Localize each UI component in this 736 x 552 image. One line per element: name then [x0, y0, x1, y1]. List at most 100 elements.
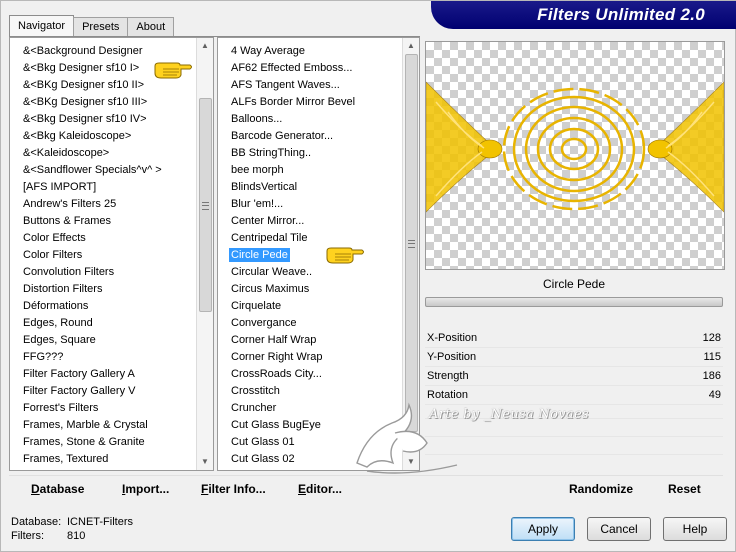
category-scrollbar[interactable]: ▲ ▼ [196, 38, 213, 470]
category-item[interactable]: &<Bkg Designer sf10 IV> [10, 111, 197, 128]
filter-item[interactable]: Center Mirror... [218, 213, 403, 230]
randomize-button[interactable]: Randomize [569, 482, 633, 496]
tab-about[interactable]: About [127, 17, 175, 36]
category-item[interactable]: Filter Factory Gallery A [10, 366, 197, 383]
reset-button[interactable]: Reset [668, 482, 701, 496]
filter-list[interactable]: 4 Way Average AF62 Effected Emboss... AFS … [217, 37, 420, 471]
param-value: 186 [702, 370, 721, 382]
filter-item[interactable]: Corner Half Wrap [218, 332, 403, 349]
category-item-label: &<Sandflower Specials^v^ > [23, 164, 162, 176]
filter-item[interactable]: Blur 'em!... [218, 196, 403, 213]
filter-item[interactable]: Cut Glass 01 [218, 434, 403, 451]
param-row[interactable]: Rotation 49 [425, 386, 723, 405]
filter-scrollbar[interactable]: ▲ ▼ [402, 38, 419, 470]
help-button[interactable]: Help [663, 517, 727, 541]
apply-button[interactable]: Apply [511, 517, 575, 541]
scroll-down-arrow-icon[interactable]: ▼ [403, 454, 419, 470]
filter-item[interactable]: Cruncher [218, 400, 403, 417]
scroll-up-arrow-icon[interactable]: ▲ [403, 38, 419, 54]
param-row[interactable]: X-Position 128 [425, 329, 723, 348]
status-area: Database: ICNET-Filters Filters: 810 [11, 515, 133, 543]
database-status-value: ICNET-Filters [67, 516, 133, 528]
filter-item[interactable]: Barcode Generator... [218, 128, 403, 145]
filter-item[interactable]: Cirquelate [218, 298, 403, 315]
cancel-button[interactable]: Cancel [587, 517, 651, 541]
filter-item-label: Circus Maximus [231, 283, 310, 295]
tab-presets[interactable]: Presets [73, 17, 129, 36]
filter-item[interactable]: Corner Right Wrap [218, 349, 403, 366]
category-item[interactable]: &<BKg Designer sf10 II> [10, 77, 197, 94]
tab-bar: Navigator Presets About [9, 15, 175, 37]
category-item[interactable]: Filter Factory Gallery V [10, 383, 197, 400]
filter-item[interactable]: Centripedal Tile [218, 230, 403, 247]
category-item[interactable]: FFG??? [10, 349, 197, 366]
category-item[interactable]: Color Filters [10, 247, 197, 264]
filter-item-label: Circle Pede [229, 248, 290, 262]
param-value: 128 [702, 332, 721, 344]
filter-item-label: ALFs Border Mirror Bevel [231, 96, 356, 108]
filter-info-button-label: ilter Info... [208, 482, 266, 496]
category-scroll-thumb[interactable] [199, 98, 212, 312]
filter-item[interactable]: Circle Pede [218, 247, 403, 264]
param-row[interactable]: Strength 186 [425, 367, 723, 386]
editor-button[interactable]: Editor... [298, 482, 342, 496]
scroll-up-arrow-icon[interactable]: ▲ [197, 38, 213, 54]
category-item[interactable]: Frames, Textured [10, 451, 197, 468]
filter-item-label: Cirquelate [231, 300, 282, 312]
filter-item[interactable]: 4 Way Average [218, 43, 403, 60]
category-item-label: Forrest's Filters [23, 402, 99, 414]
database-button[interactable]: Database [31, 482, 84, 496]
category-item-label: &<Kaleidoscope> [23, 147, 110, 159]
action-toolbar: Database Import... Filter Info... Editor… [9, 475, 723, 500]
filters-unlimited-window: Filters Unlimited 2.0 Navigator Presets … [0, 0, 736, 552]
category-item[interactable]: Convolution Filters [10, 264, 197, 281]
category-item[interactable]: &<Bkg Kaleidoscope> [10, 128, 197, 145]
category-item[interactable]: &<BKg Designer sf10 III> [10, 94, 197, 111]
category-item[interactable]: Edges, Square [10, 332, 197, 349]
scroll-down-arrow-icon[interactable]: ▼ [197, 454, 213, 470]
category-list[interactable]: &<Background Designer &<Bkg Designer sf10… [9, 37, 214, 471]
filter-item[interactable]: Balloons... [218, 111, 403, 128]
filter-item[interactable]: Circular Weave.. [218, 264, 403, 281]
category-item[interactable]: Buttons & Frames [10, 213, 197, 230]
filter-item[interactable]: Cut Glass BugEye [218, 417, 403, 434]
category-item[interactable]: Andrew's Filters 25 [10, 196, 197, 213]
grip-icon [408, 240, 415, 248]
category-item[interactable]: [AFS IMPORT] [10, 179, 197, 196]
filter-scroll-thumb[interactable] [405, 54, 418, 432]
filter-item[interactable]: Cut Glass 02 [218, 451, 403, 468]
category-item-label: &<Bkg Designer sf10 I> [23, 62, 140, 74]
category-item[interactable]: Forrest's Filters [10, 400, 197, 417]
filter-info-button[interactable]: Filter Info... [201, 482, 266, 496]
filter-item[interactable]: Convergance [218, 315, 403, 332]
filter-item[interactable]: AF62 Effected Emboss... [218, 60, 403, 77]
import-button[interactable]: Import... [122, 482, 169, 496]
filter-item[interactable]: Crosstitch [218, 383, 403, 400]
category-item[interactable]: Edges, Round [10, 315, 197, 332]
param-row[interactable]: Y-Position 115 [425, 348, 723, 367]
filter-item-label: Centripedal Tile [231, 232, 308, 244]
filter-item[interactable]: CrossRoads City... [218, 366, 403, 383]
category-item[interactable]: Color Effects [10, 230, 197, 247]
pointing-hand-icon [326, 247, 364, 264]
category-item[interactable]: Frames, Stone & Granite [10, 434, 197, 451]
filter-item[interactable]: AFS Tangent Waves... [218, 77, 403, 94]
tab-navigator[interactable]: Navigator [9, 15, 75, 36]
filter-item-label: AF62 Effected Emboss... [231, 62, 353, 74]
category-item[interactable]: &<Kaleidoscope> [10, 145, 197, 162]
filter-items: 4 Way Average AF62 Effected Emboss... AFS … [218, 43, 403, 468]
filter-item-label: Circular Weave.. [231, 266, 313, 278]
category-item[interactable]: &<Sandflower Specials^v^ > [10, 162, 197, 179]
category-item[interactable]: &<Background Designer [10, 43, 197, 60]
category-item-label: Andrew's Filters 25 [23, 198, 117, 210]
category-item[interactable]: Distortion Filters [10, 281, 197, 298]
filter-item[interactable]: Circus Maximus [218, 281, 403, 298]
filter-item[interactable]: ALFs Border Mirror Bevel [218, 94, 403, 111]
category-item[interactable]: Frames, Marble & Crystal [10, 417, 197, 434]
filter-item[interactable]: BlindsVertical [218, 179, 403, 196]
filter-item[interactable]: BB StringThing.. [218, 145, 403, 162]
filter-item-label: AFS Tangent Waves... [231, 79, 340, 91]
category-item[interactable]: Déformations [10, 298, 197, 315]
filter-item[interactable]: bee morph [218, 162, 403, 179]
filter-item-label: BB StringThing.. [231, 147, 312, 159]
